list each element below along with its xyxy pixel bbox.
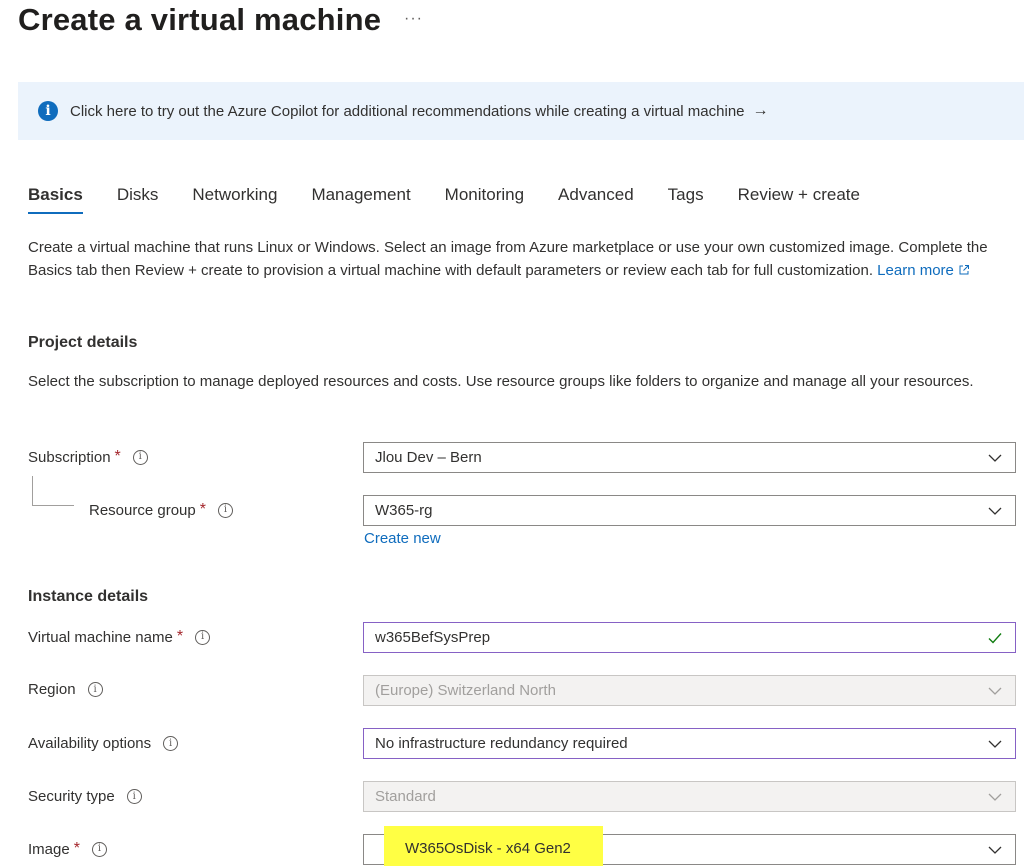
required-indicator: * [73, 840, 80, 857]
region-label-text: Region [28, 681, 76, 698]
info-icon[interactable]: i [126, 789, 142, 804]
resource-group-label-text: Resource group [89, 501, 196, 519]
info-icon[interactable]: i [132, 449, 148, 465]
image-label: Image * i [28, 840, 107, 858]
page-title: Create a virtual machine [18, 2, 382, 37]
info-icon[interactable]: i [91, 841, 107, 857]
region-dropdown: (Europe) Switzerland North [363, 675, 1016, 706]
info-icon[interactable]: i [217, 502, 233, 518]
security-type-label-text: Security type [28, 788, 115, 805]
tab-management[interactable]: Management [311, 182, 410, 216]
instance-details-heading: Instance details [28, 588, 149, 605]
tab-review-create[interactable]: Review + create [738, 182, 860, 216]
vm-name-value: w365BefSysPrep [375, 629, 491, 646]
more-options-button[interactable]: ··· [404, 10, 423, 28]
chevron-down-icon [988, 740, 1002, 748]
availability-label: Availability options i [28, 735, 179, 752]
info-icon[interactable]: i [195, 629, 211, 645]
availability-label-text: Availability options [28, 735, 152, 752]
image-value: W365OsDisk - x64 Gen2 [405, 840, 571, 857]
security-type-value: Standard [375, 788, 436, 805]
vm-name-label-text: Virtual machine name [28, 628, 173, 646]
subscription-value: Jlou Dev – Bern [375, 449, 482, 466]
basics-description: Create a virtual machine that runs Linux… [28, 236, 998, 282]
project-details-heading: Project details [28, 334, 138, 351]
banner-text: Click here to try out the Azure Copilot … [70, 102, 745, 120]
chevron-down-icon [988, 793, 1002, 801]
security-type-dropdown: Standard [363, 781, 1016, 812]
external-link-icon[interactable] [958, 264, 970, 276]
required-indicator: * [114, 448, 121, 465]
tab-advanced[interactable]: Advanced [558, 182, 634, 216]
copilot-banner[interactable]: i Click here to try out the Azure Copilo… [18, 82, 1024, 140]
create-new-link[interactable]: Create new [364, 530, 441, 547]
info-icon[interactable]: i [163, 736, 179, 751]
tree-connector [32, 476, 74, 506]
region-label: Region i [28, 681, 103, 698]
chevron-down-icon [988, 687, 1002, 695]
tab-tags[interactable]: Tags [668, 182, 704, 216]
checkmark-icon [988, 633, 1002, 644]
subscription-label-text: Subscription [28, 448, 111, 466]
tab-bar: Basics Disks Networking Management Monit… [28, 182, 894, 216]
tab-disks[interactable]: Disks [117, 182, 159, 216]
tab-basics[interactable]: Basics [28, 182, 83, 216]
description-text: Create a virtual machine that runs Linux… [28, 239, 988, 279]
required-indicator: * [199, 501, 206, 518]
vm-name-label: Virtual machine name * i [28, 628, 211, 646]
subscription-label: Subscription * i [28, 448, 148, 466]
chevron-down-icon [988, 507, 1002, 515]
resource-group-label: Resource group * i [89, 501, 233, 519]
security-type-label: Security type i [28, 788, 142, 805]
availability-value: No infrastructure redundancy required [375, 735, 628, 752]
resource-group-dropdown[interactable]: W365-rg [363, 495, 1016, 526]
region-value: (Europe) Switzerland North [375, 682, 556, 699]
image-label-text: Image [28, 840, 70, 858]
resource-group-value: W365-rg [375, 502, 433, 519]
chevron-down-icon [988, 454, 1002, 462]
required-indicator: * [176, 628, 184, 645]
project-details-description: Select the subscription to manage deploy… [28, 373, 974, 390]
info-icon[interactable]: i [87, 682, 103, 697]
learn-more-link[interactable]: Learn more [877, 262, 954, 279]
vm-name-input[interactable]: w365BefSysPrep [363, 622, 1016, 653]
availability-dropdown[interactable]: No infrastructure redundancy required [363, 728, 1016, 759]
chevron-down-icon [988, 846, 1002, 854]
info-icon: i [38, 101, 58, 121]
arrow-right-icon: → [752, 102, 769, 119]
tab-monitoring[interactable]: Monitoring [445, 182, 524, 216]
tab-networking[interactable]: Networking [192, 182, 277, 216]
subscription-dropdown[interactable]: Jlou Dev – Bern [363, 442, 1016, 473]
